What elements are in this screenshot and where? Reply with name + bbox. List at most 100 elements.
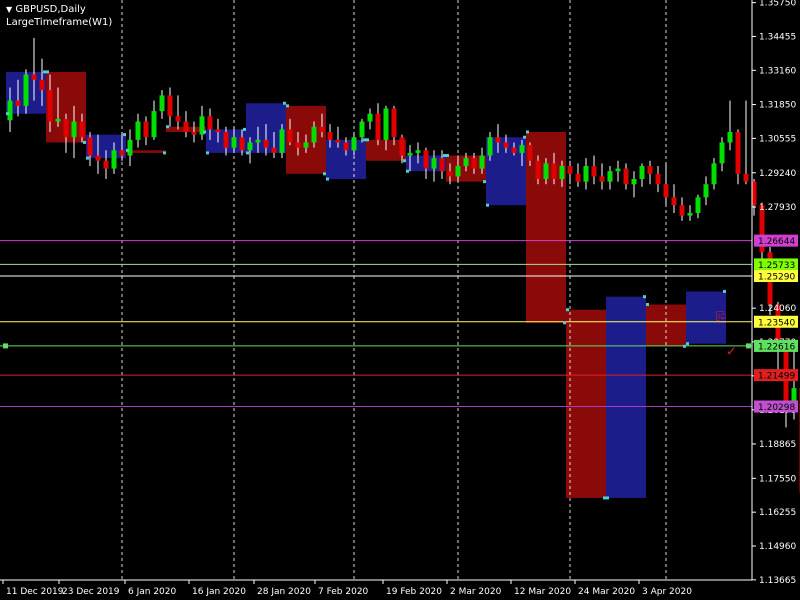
candle-body: [23, 74, 29, 106]
candle-body: [215, 129, 221, 132]
candle-body: [407, 152, 413, 156]
time-tick-label: 11 Dec 2019: [6, 587, 64, 597]
level-price-label: 1.25290: [758, 273, 795, 283]
weekly-open-mark: [486, 203, 489, 207]
candle-body: [71, 121, 77, 138]
candle-body: [511, 147, 517, 153]
weekly-open-mark: [606, 496, 609, 500]
level-anchor-right[interactable]: [746, 343, 751, 349]
candle-body: [727, 131, 733, 143]
candle-body: [615, 168, 621, 172]
time-tick-label: 24 Mar 2020: [578, 587, 635, 597]
candle-body: [671, 197, 677, 206]
candle-body: [735, 131, 741, 174]
candle-body: [703, 184, 709, 198]
candle-body: [47, 90, 53, 122]
weekly-close-mark: [83, 140, 86, 144]
candle-body: [207, 116, 213, 130]
time-tick-label: 16 Jan 2020: [192, 587, 246, 597]
weekly-close-mark: [443, 154, 446, 158]
candle-body: [495, 137, 501, 143]
weekly-close-mark: [243, 127, 246, 131]
weekly-close-mark: [603, 496, 606, 500]
candle-body: [639, 165, 645, 180]
level-price-label: 1.23540: [758, 318, 795, 328]
candle-body: [63, 118, 69, 138]
weekly-open-mark: [446, 154, 449, 158]
candle-body: [239, 137, 245, 151]
candle-body: [175, 116, 181, 122]
candle-body: [711, 163, 717, 185]
weekly-close-mark: [563, 321, 566, 325]
price-tick-label: 1.27930: [759, 203, 796, 213]
weekly-open-mark: [86, 156, 89, 160]
candle-body: [607, 171, 613, 182]
candle-body: [375, 113, 381, 140]
candle-body: [191, 131, 197, 135]
price-tick-label: 1.34455: [759, 32, 796, 42]
candle-body: [183, 121, 189, 132]
candle-body: [567, 165, 573, 174]
candle-body: [135, 121, 141, 140]
candle-body: [39, 79, 45, 91]
candle-body: [271, 147, 277, 153]
candle-body: [95, 155, 101, 161]
price-tick-label: 1.24060: [759, 304, 796, 314]
candle-body: [719, 142, 725, 164]
candle-body: [463, 158, 469, 166]
time-tick-label: 2 Mar 2020: [450, 587, 502, 597]
candle-body: [583, 165, 589, 182]
weekly-box: [606, 296, 646, 498]
level-anchor-left[interactable]: [3, 343, 8, 349]
weekly-open-mark: [126, 148, 129, 152]
candle-body: [647, 165, 653, 174]
weekly-open-mark: [686, 342, 689, 346]
candle-body: [159, 95, 165, 112]
chevron-down-icon[interactable]: ▼: [6, 5, 12, 14]
candle-body: [319, 126, 325, 132]
weekly-close-mark: [643, 295, 646, 299]
weekly-open-mark: [366, 138, 369, 142]
candle-body: [119, 150, 125, 156]
candle-body: [599, 176, 605, 182]
weekly-close-mark: [683, 344, 686, 348]
candle-body: [55, 118, 61, 122]
candle-body: [151, 111, 157, 138]
candle-body: [527, 145, 533, 161]
weekly-close-mark: [323, 172, 326, 176]
time-tick-label: 28 Jan 2020: [257, 587, 311, 597]
candle-body: [679, 205, 685, 216]
candle-body: [127, 139, 133, 156]
level-price-label: 1.22616: [758, 342, 795, 352]
candle-body: [247, 142, 253, 151]
candle-body: [471, 158, 477, 169]
weekly-open-mark: [566, 308, 569, 312]
checkmark-icon[interactable]: ✓: [726, 345, 737, 360]
candle-body: [503, 142, 509, 148]
candle-body: [167, 95, 173, 117]
candle-body: [743, 173, 749, 182]
pending-order-icon[interactable]: ⎘: [716, 311, 726, 326]
level-price-label: 1.21499: [758, 372, 795, 382]
weekly-box: [566, 309, 606, 498]
indicator-title: LargeTimeframe(W1): [6, 17, 113, 28]
candle-body: [351, 137, 357, 151]
price-chart[interactable]: ⎘ ✓ 1.35750 1.34455 1.33160 1.31850 1.30555 1.2…: [0, 0, 800, 600]
time-tick-label: 12 Mar 2020: [514, 587, 571, 597]
weekly-open-mark: [246, 151, 249, 155]
price-tick-label: 1.33160: [759, 66, 796, 76]
price-tick-label: 1.35750: [759, 0, 796, 9]
weekly-open-mark: [646, 303, 649, 307]
candle-body: [287, 129, 293, 143]
candle-body: [343, 142, 349, 151]
candle-body: [391, 108, 397, 138]
weekly-close-mark: [363, 138, 366, 142]
candle-body: [431, 158, 437, 169]
candle-body: [295, 142, 301, 148]
candle-body: [487, 137, 493, 156]
candle-body: [519, 145, 525, 153]
weekly-open-mark: [526, 130, 529, 134]
symbol-title: GBPUSD,Daily: [15, 4, 86, 15]
candle-body: [479, 155, 485, 169]
weekly-close-mark: [123, 133, 126, 137]
